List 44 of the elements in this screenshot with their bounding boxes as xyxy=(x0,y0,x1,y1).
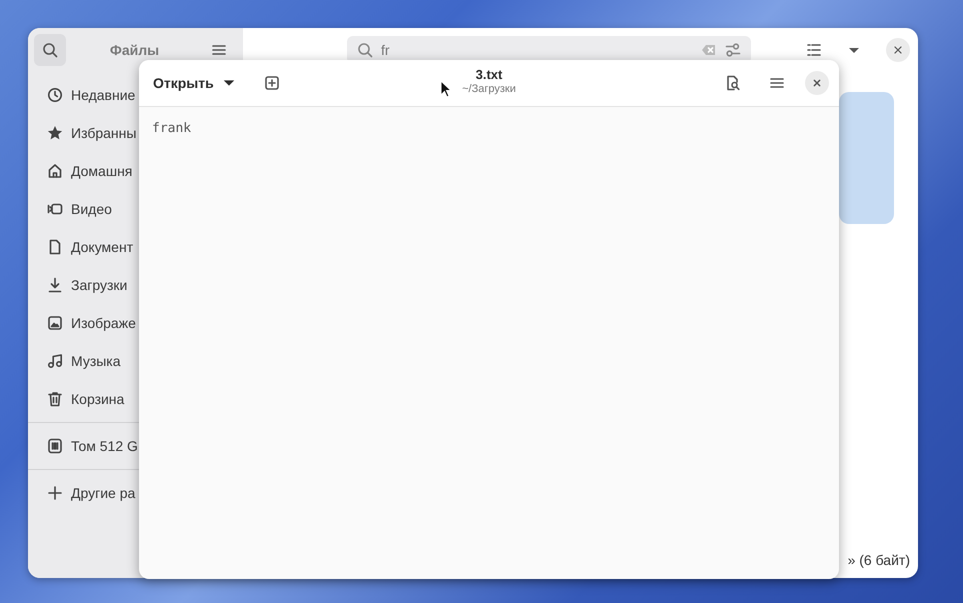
window-title: Файлы xyxy=(108,42,160,58)
selected-file-tile[interactable] xyxy=(839,92,894,224)
text-content: frank xyxy=(151,120,192,138)
close-icon xyxy=(892,44,904,56)
document-title: 3.txt xyxy=(476,67,502,82)
status-text: » (6 байт) xyxy=(848,552,910,568)
document-search-icon xyxy=(725,75,741,91)
search-icon xyxy=(42,42,58,58)
search-button[interactable] xyxy=(34,34,66,66)
sidebar-item[interactable]: Видео xyxy=(28,190,112,228)
video-camera-icon xyxy=(47,201,63,217)
sidebar-item[interactable]: Документ xyxy=(28,228,134,266)
sidebar-item[interactable]: Музыка xyxy=(28,342,121,380)
search-icon xyxy=(357,42,373,58)
menu-icon xyxy=(211,42,227,58)
sidebar-item[interactable]: Недавние xyxy=(28,76,136,114)
music-note-icon xyxy=(47,353,63,369)
sidebar-item[interactable]: Другие ра xyxy=(28,474,136,512)
download-icon xyxy=(47,277,63,293)
sidebar-item[interactable]: Загрузки xyxy=(28,266,128,304)
mouse-pointer-icon xyxy=(440,80,452,98)
sidebar-item[interactable]: Изображе xyxy=(28,304,136,342)
close-button[interactable] xyxy=(805,71,829,95)
sidebar-item[interactable]: Том 512 G xyxy=(28,427,138,465)
sidebar-item[interactable]: Избранны xyxy=(28,114,136,152)
drive-icon xyxy=(47,438,63,454)
menu-icon xyxy=(769,75,785,91)
close-icon xyxy=(811,77,823,89)
document-path: ~/Загрузки xyxy=(462,83,516,95)
image-icon xyxy=(47,315,63,331)
open-button[interactable]: Открыть xyxy=(145,71,244,95)
close-button[interactable] xyxy=(886,38,910,62)
home-icon xyxy=(47,163,63,179)
trash-icon xyxy=(47,391,63,407)
clock-icon xyxy=(47,87,63,103)
star-icon xyxy=(47,125,63,141)
filter-icon[interactable] xyxy=(725,42,741,58)
plus-square-icon xyxy=(264,75,280,91)
list-icon xyxy=(806,42,822,58)
plus-icon xyxy=(47,485,63,501)
sidebar-item[interactable]: Корзина xyxy=(28,380,124,418)
document-icon xyxy=(47,239,63,255)
search-input[interactable]: fr xyxy=(381,42,693,58)
sidebar-item[interactable]: Домашня xyxy=(28,152,132,190)
